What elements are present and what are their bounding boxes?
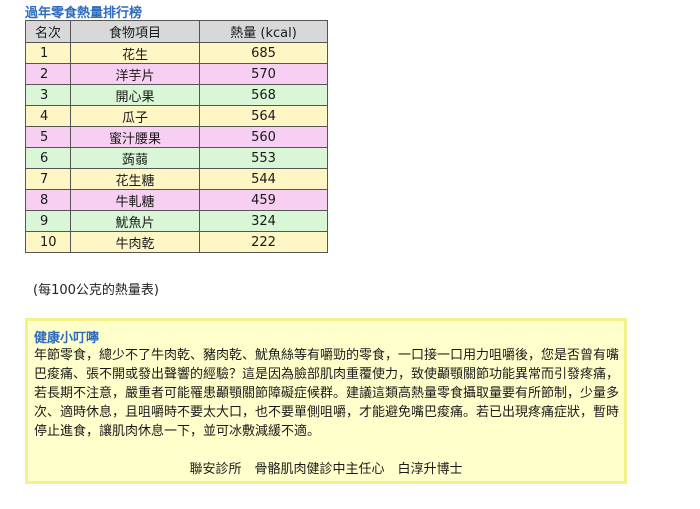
column-header-calories: 熱量 (kcal) — [199, 20, 328, 43]
health-tip-box: 健康小叮嚀 年節零食，總少不了牛肉乾、豬肉乾、魷魚絲等有嚼勁的零食，一口接一口用… — [25, 318, 627, 484]
rank-cell: 10 — [25, 231, 71, 253]
table-row: 1 花生 685 — [25, 42, 328, 64]
calorie-cell: 324 — [199, 210, 328, 232]
calorie-cell: 222 — [199, 231, 328, 253]
food-cell: 開心果 — [70, 84, 200, 106]
table-row: 10 牛肉乾 222 — [25, 231, 328, 253]
food-cell: 牛軋糖 — [70, 189, 200, 211]
calorie-cell: 570 — [199, 63, 328, 85]
table-header-row: 名次 食物項目 熱量 (kcal) — [25, 20, 328, 43]
tip-title: 健康小叮嚀 — [34, 331, 100, 346]
rank-cell: 9 — [25, 210, 71, 232]
food-cell: 洋芋片 — [70, 63, 200, 85]
calorie-cell: 564 — [199, 105, 328, 127]
rank-cell: 6 — [25, 147, 71, 169]
column-header-rank: 名次 — [25, 20, 71, 43]
calorie-cell: 553 — [199, 147, 328, 169]
food-cell: 花生糖 — [70, 168, 200, 190]
table-row: 5 蜜汁腰果 560 — [25, 126, 328, 148]
table-footnote: (每100公克的熱量表) — [33, 283, 159, 298]
calorie-cell: 685 — [199, 42, 328, 64]
rank-cell: 8 — [25, 189, 71, 211]
tip-body-line: 若長期不注意，嚴重者可能罹患顳顎關節障礙症候群。建議這類高熱量零食攝取量要有所節… — [34, 386, 620, 401]
tip-body-line: 巴痠痛、張不開或發出聲響的經驗？這是因為臉部肌肉重覆使力，致使顳顎關節功能異常而… — [34, 367, 620, 382]
food-cell: 蜜汁腰果 — [70, 126, 200, 148]
tip-body-line: 年節零食，總少不了牛肉乾、豬肉乾、魷魚絲等有嚼勁的零食，一口接一口用力咀嚼後，您… — [34, 348, 620, 363]
table-row: 9 魷魚片 324 — [25, 210, 328, 232]
table-row: 8 牛軋糖 459 — [25, 189, 328, 211]
tip-body-line: 停止進食，讓肌肉休息一下，並可冰敷減緩不適。 — [34, 424, 321, 439]
page-title: 過年零食熱量排行榜 — [25, 6, 143, 21]
calorie-cell: 560 — [199, 126, 328, 148]
rank-cell: 5 — [25, 126, 71, 148]
table-row: 6 蒟蒻 553 — [25, 147, 328, 169]
calorie-cell: 568 — [199, 84, 328, 106]
food-cell: 蒟蒻 — [70, 147, 200, 169]
tip-signature: 聯安診所 骨骼肌肉健診中主任心 白淳升博士 — [189, 462, 463, 477]
food-cell: 魷魚片 — [70, 210, 200, 232]
tip-body: 年節零食，總少不了牛肉乾、豬肉乾、魷魚絲等有嚼勁的零食，一口接一口用力咀嚼後，您… — [34, 346, 622, 441]
column-header-food: 食物項目 — [70, 20, 200, 43]
table-row: 4 瓜子 564 — [25, 105, 328, 127]
rank-cell: 3 — [25, 84, 71, 106]
rank-cell: 7 — [25, 168, 71, 190]
tip-body-line: 次、適時休息，且咀嚼時不要太大口，也不要單側咀嚼，才能避免嘴巴痠痛。若已出現疼痛… — [34, 405, 620, 420]
table-row: 2 洋芋片 570 — [25, 63, 328, 85]
rank-cell: 4 — [25, 105, 71, 127]
food-cell: 牛肉乾 — [70, 231, 200, 253]
calorie-ranking-table: 名次 食物項目 熱量 (kcal) 1 花生 685 2 洋芋片 570 3 開… — [25, 20, 328, 253]
table-row: 3 開心果 568 — [25, 84, 328, 106]
food-cell: 花生 — [70, 42, 200, 64]
rank-cell: 2 — [25, 63, 71, 85]
table-row: 7 花生糖 544 — [25, 168, 328, 190]
calorie-cell: 544 — [199, 168, 328, 190]
rank-cell: 1 — [25, 42, 71, 64]
food-cell: 瓜子 — [70, 105, 200, 127]
calorie-cell: 459 — [199, 189, 328, 211]
